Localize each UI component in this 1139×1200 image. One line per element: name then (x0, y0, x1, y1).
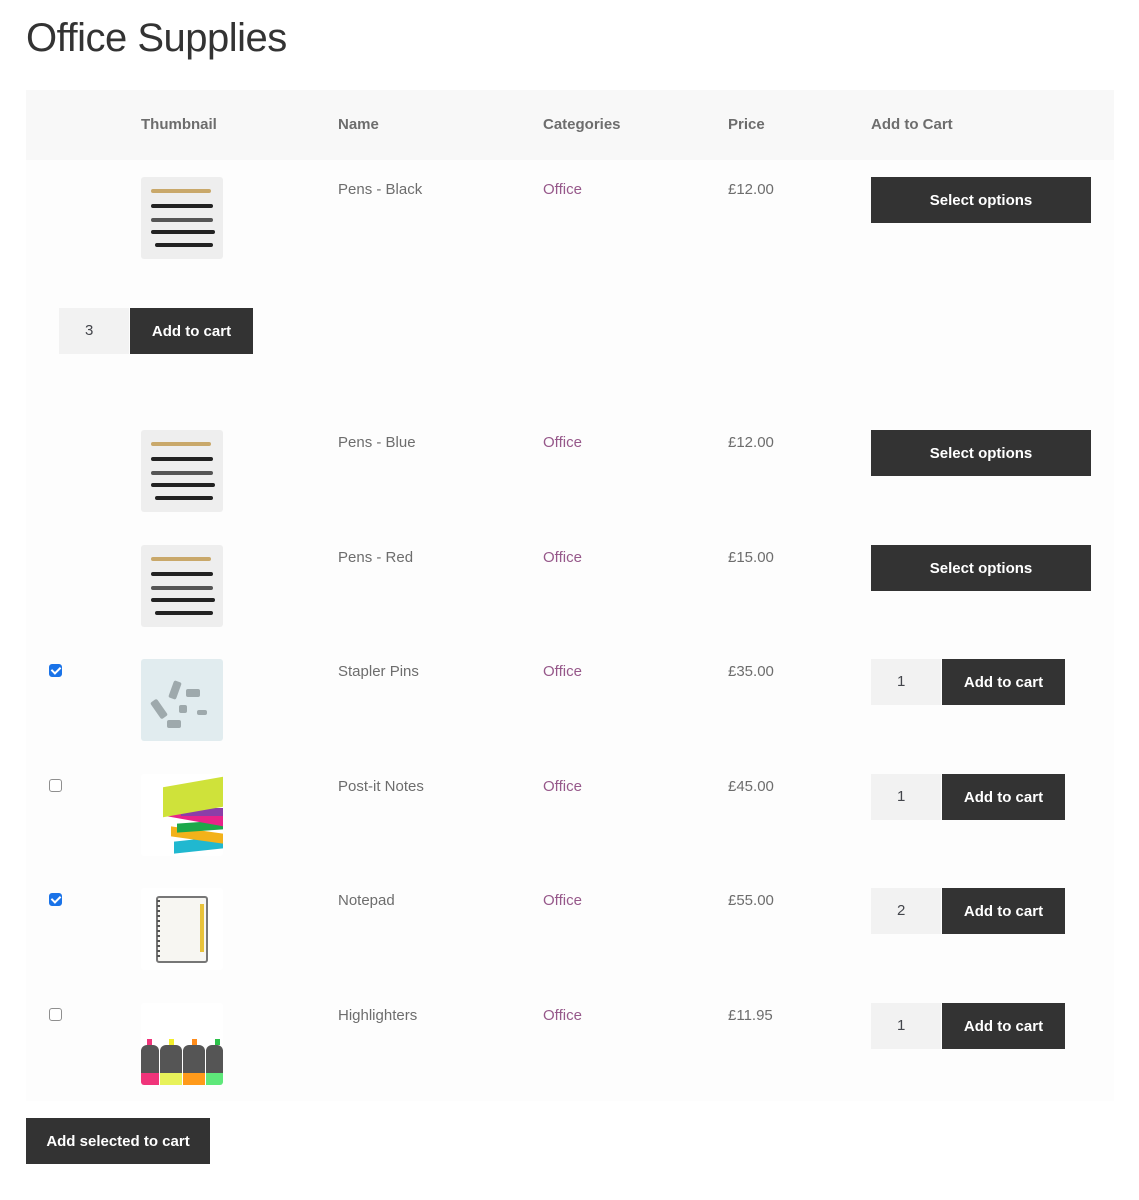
table-row: Post-it Notes Office £45.00 1 Add to car… (26, 774, 1114, 889)
select-checkbox[interactable] (49, 664, 62, 677)
category-link[interactable]: Office (543, 434, 582, 451)
product-price: £12.00 (728, 434, 774, 451)
quantity-input[interactable]: 2 (871, 888, 941, 934)
product-price: £15.00 (728, 549, 774, 566)
category-link[interactable]: Office (543, 1007, 582, 1024)
product-price: £35.00 (728, 663, 774, 680)
add-to-cart-button[interactable]: Add to cart (942, 888, 1065, 934)
product-name-link[interactable]: Highlighters (338, 1007, 417, 1024)
category-link[interactable]: Office (543, 181, 582, 198)
notepad-thumbnail[interactable] (141, 888, 223, 970)
category-link[interactable]: Office (543, 663, 582, 680)
select-checkbox[interactable] (49, 893, 62, 906)
table-row: Highlighters Office £11.95 1 Add to cart (26, 1003, 1114, 1118)
add-to-cart-button[interactable]: Add to cart (942, 1003, 1065, 1049)
select-checkbox[interactable] (49, 1008, 62, 1021)
table-row: Notepad Office £55.00 2 Add to cart (26, 888, 1114, 1003)
product-price: £55.00 (728, 892, 774, 909)
quantity-input[interactable]: 3 (59, 308, 129, 354)
table-header: Thumbnail Name Categories Price Add to C… (26, 90, 1114, 160)
quantity-input[interactable]: 1 (871, 774, 941, 820)
pens-thumbnail[interactable] (141, 430, 223, 512)
header-categories: Categories (543, 116, 621, 133)
pens-thumbnail[interactable] (141, 545, 223, 627)
page-title: Office Supplies (26, 16, 287, 60)
header-name: Name (338, 116, 379, 133)
quantity-input[interactable]: 1 (871, 659, 941, 705)
table-row: Stapler Pins Office £35.00 1 Add to cart (26, 659, 1114, 774)
table-row: Pens - Red Office £15.00 Select options (26, 545, 1114, 660)
products-table: Thumbnail Name Categories Price Add to C… (26, 90, 1114, 1101)
product-name-link[interactable]: Notepad (338, 892, 395, 909)
post-it-notes-thumbnail[interactable] (141, 774, 223, 856)
select-checkbox[interactable] (49, 779, 62, 792)
product-name-link[interactable]: Pens - Red (338, 549, 413, 566)
product-price: £45.00 (728, 778, 774, 795)
product-price: £11.95 (728, 1007, 773, 1024)
select-options-button[interactable]: Select options (871, 545, 1091, 591)
add-selected-to-cart-button[interactable]: Add selected to cart (26, 1118, 210, 1164)
category-link[interactable]: Office (543, 549, 582, 566)
add-to-cart-button[interactable]: Add to cart (130, 308, 253, 354)
category-link[interactable]: Office (543, 778, 582, 795)
product-name-link[interactable]: Post-it Notes (338, 778, 424, 795)
product-price: £12.00 (728, 181, 774, 198)
header-price: Price (728, 116, 765, 133)
header-add-to-cart: Add to Cart (871, 116, 953, 133)
select-options-button[interactable]: Select options (871, 430, 1091, 476)
table-row: Pens - Blue Office £12.00 Select options (26, 430, 1114, 545)
pens-thumbnail[interactable] (141, 177, 223, 259)
add-to-cart-button[interactable]: Add to cart (942, 659, 1065, 705)
highlighters-thumbnail[interactable] (141, 1003, 223, 1085)
select-options-button[interactable]: Select options (871, 177, 1091, 223)
quantity-input[interactable]: 1 (871, 1003, 941, 1049)
variation-row: 3 Add to cart (26, 308, 1114, 398)
product-name-link[interactable]: Pens - Blue (338, 434, 416, 451)
product-name-link[interactable]: Stapler Pins (338, 663, 419, 680)
table-row: Pens - Black Office £12.00 Select option… (26, 177, 1114, 292)
category-link[interactable]: Office (543, 892, 582, 909)
product-name-link[interactable]: Pens - Black (338, 181, 422, 198)
header-thumbnail: Thumbnail (141, 116, 217, 133)
add-to-cart-button[interactable]: Add to cart (942, 774, 1065, 820)
stapler-pins-thumbnail[interactable] (141, 659, 223, 741)
